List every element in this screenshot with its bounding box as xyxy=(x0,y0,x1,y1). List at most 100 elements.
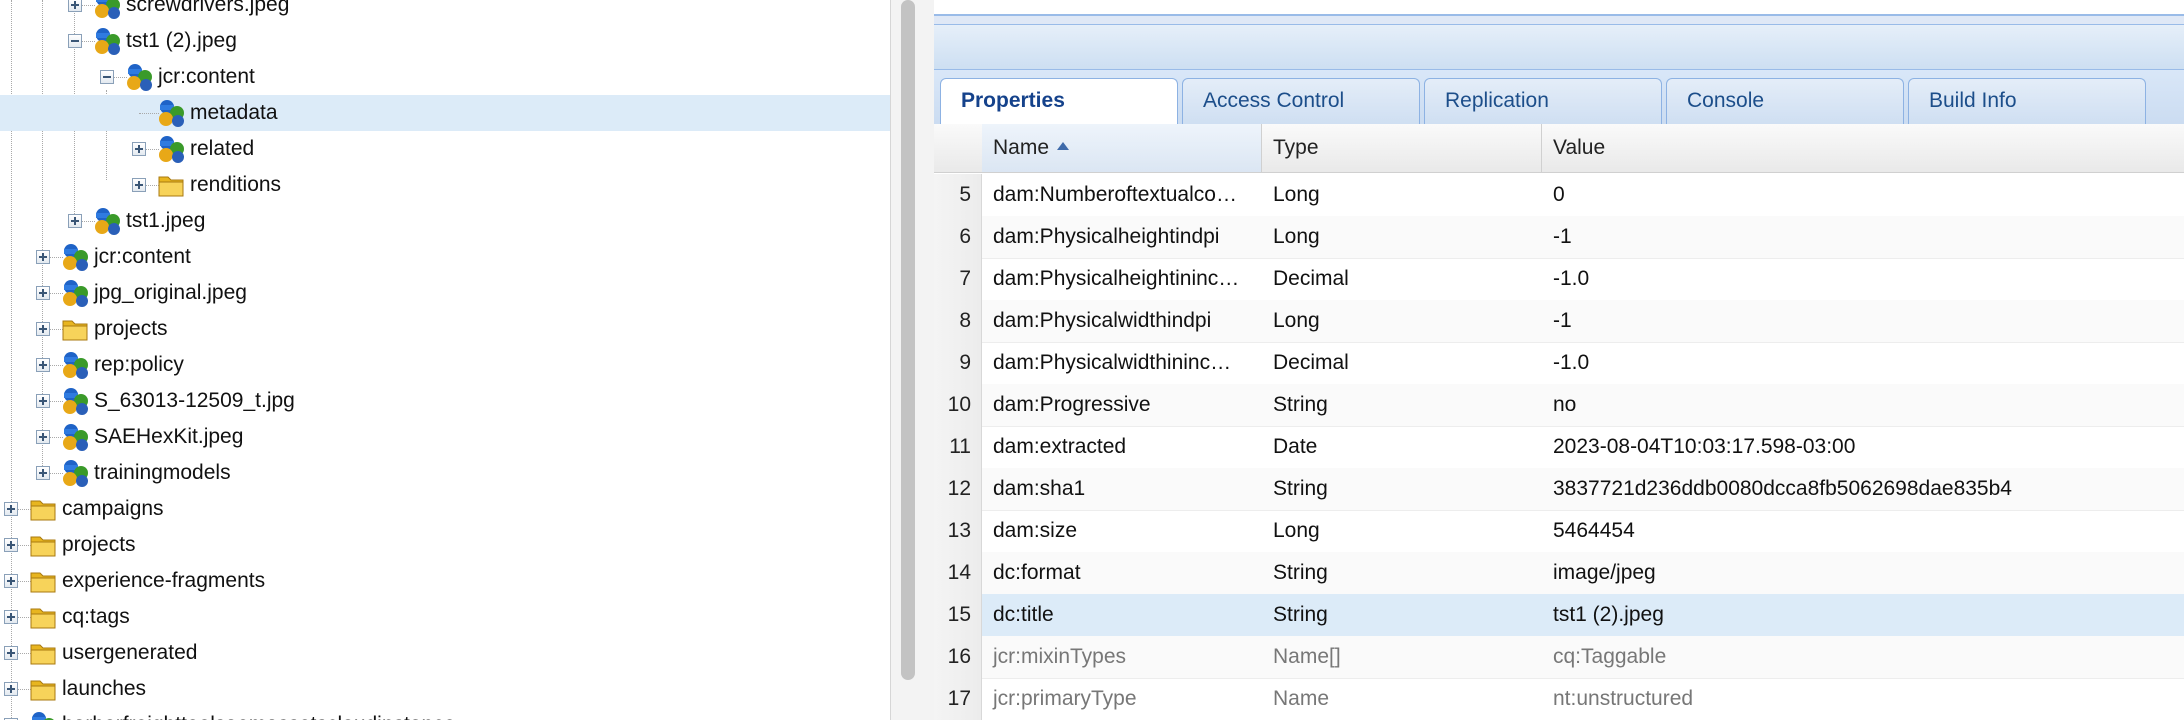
cell-value: tst1 (2).jpeg xyxy=(1553,603,1664,626)
collapse-icon[interactable] xyxy=(68,34,82,48)
expand-icon[interactable] xyxy=(36,466,50,480)
table-row[interactable]: 7 dam:Physicalheightininc… Decimal -1.0 xyxy=(934,258,2184,301)
tree-node[interactable]: renditions xyxy=(0,167,890,203)
expand-icon[interactable] xyxy=(4,502,18,516)
collapse-icon[interactable] xyxy=(100,70,114,84)
node-icon xyxy=(60,278,90,308)
table-row[interactable]: 5 dam:Numberoftextualco… Long 0 xyxy=(934,174,2184,217)
cell-value: image/jpeg xyxy=(1553,561,1656,584)
cell-value: -1.0 xyxy=(1553,267,1590,290)
node-icon xyxy=(60,422,90,452)
table-row[interactable]: 10 dam:Progressive String no xyxy=(934,384,2184,427)
table-row[interactable]: 15 dc:title String tst1 (2).jpeg xyxy=(934,594,2184,637)
tree-node[interactable]: related xyxy=(0,131,890,167)
table-row[interactable]: 8 dam:Physicalwidthindpi Long -1 xyxy=(934,300,2184,343)
folder-icon xyxy=(156,170,186,200)
tree-node-label: campaigns xyxy=(62,497,164,520)
tree-node[interactable]: screwdrivers.jpeg xyxy=(0,0,890,23)
tree-node[interactable]: S_63013-12509_t.jpg xyxy=(0,383,890,419)
tree-node-label: usergenerated xyxy=(62,641,198,664)
cell-value: no xyxy=(1553,393,1577,416)
tree-node-label: jcr:content xyxy=(158,65,255,88)
table-row[interactable]: 14 dc:format String image/jpeg xyxy=(934,552,2184,595)
tree-node[interactable]: jcr:content xyxy=(0,239,890,275)
column-header-name[interactable]: Name xyxy=(982,124,1262,172)
expand-icon[interactable] xyxy=(4,646,18,660)
column-header-type[interactable]: Type xyxy=(1262,124,1542,172)
repository-tree: screwdrivers.jpeg tst1 (2).jpeg jcr:conten… xyxy=(0,0,890,720)
tree-node[interactable]: metadata xyxy=(0,95,890,131)
tree-node[interactable]: usergenerated xyxy=(0,635,890,671)
cell-name: jcr:primaryType xyxy=(993,687,1137,710)
table-row[interactable]: 16 jcr:mixinTypes Name[] cq:Taggable xyxy=(934,636,2184,679)
tree-node[interactable]: rep:policy xyxy=(0,347,890,383)
expand-icon[interactable] xyxy=(132,178,146,192)
tab-console[interactable]: Console xyxy=(1666,78,1904,124)
expand-icon[interactable] xyxy=(36,286,50,300)
expand-icon[interactable] xyxy=(68,214,82,228)
column-header-type-label: Type xyxy=(1273,136,1319,159)
table-row[interactable]: 11 dam:extracted Date 2023-08-04T10:03:17.5… xyxy=(934,426,2184,469)
row-number: 5 xyxy=(934,174,982,216)
tree-node[interactable]: tst1 (2).jpeg xyxy=(0,23,890,59)
cell-name: dam:extracted xyxy=(993,435,1127,458)
expand-icon[interactable] xyxy=(36,430,50,444)
cell-name: jcr:mixinTypes xyxy=(993,645,1127,668)
row-number: 12 xyxy=(934,468,982,510)
tab-strip: Properties Access Control Replication Co… xyxy=(934,70,2184,125)
tree-node[interactable]: tst1.jpeg xyxy=(0,203,890,239)
tree-node-label: harborfreighttoolsaemassetscloudinstance xyxy=(62,707,455,720)
expand-icon[interactable] xyxy=(36,322,50,336)
tree-node-label: screwdrivers.jpeg xyxy=(126,0,290,16)
cell-name: dam:Physicalheightininc… xyxy=(993,267,1240,290)
tab-access-control[interactable]: Access Control xyxy=(1182,78,1420,124)
column-header-value[interactable]: Value xyxy=(1542,124,2184,172)
expand-icon[interactable] xyxy=(4,538,18,552)
column-header-value-label: Value xyxy=(1553,136,1606,159)
tree-node[interactable]: projects xyxy=(0,311,890,347)
tree-node-label: renditions xyxy=(190,173,282,196)
tab-replication[interactable]: Replication xyxy=(1424,78,1662,124)
tree-node[interactable]: harborfreighttoolsaemassetscloudinstance xyxy=(0,707,890,720)
expand-icon[interactable] xyxy=(4,574,18,588)
tree-node[interactable]: experience-fragments xyxy=(0,563,890,599)
expand-icon[interactable] xyxy=(68,0,82,12)
expand-icon[interactable] xyxy=(4,610,18,624)
tree-node[interactable]: SAEHexKit.jpeg xyxy=(0,419,890,455)
tree-node[interactable]: launches xyxy=(0,671,890,707)
cell-value: 0 xyxy=(1553,183,1565,206)
editor-top-area xyxy=(934,0,2184,16)
tree-node[interactable]: trainingmodels xyxy=(0,455,890,491)
tree-node-label: related xyxy=(190,137,255,160)
cell-type: Decimal xyxy=(1273,351,1349,374)
panel-splitter[interactable] xyxy=(890,0,935,720)
tree-node-label: S_63013-12509_t.jpg xyxy=(94,389,295,412)
table-row[interactable]: 12 dam:sha1 String 3837721d236ddb0080dcca8f… xyxy=(934,468,2184,511)
row-number: 10 xyxy=(934,384,982,426)
expand-icon[interactable] xyxy=(36,394,50,408)
table-row[interactable]: 13 dam:size Long 5464454 xyxy=(934,510,2184,553)
table-row[interactable]: 6 dam:Physicalheightindpi Long -1 xyxy=(934,216,2184,259)
sort-ascending-icon xyxy=(1057,142,1070,151)
expand-icon[interactable] xyxy=(36,358,50,372)
row-number: 14 xyxy=(934,552,982,594)
row-number: 17 xyxy=(934,678,982,720)
expand-icon[interactable] xyxy=(132,142,146,156)
table-row[interactable]: 17 jcr:primaryType Name nt:unstructured xyxy=(934,678,2184,720)
tree-node[interactable]: jcr:content xyxy=(0,59,890,95)
table-row[interactable]: 9 dam:Physicalwidthininc… Decimal -1.0 xyxy=(934,342,2184,385)
tree-node[interactable]: projects xyxy=(0,527,890,563)
cell-value: 2023-08-04T10:03:17.598-03:00 xyxy=(1553,435,1856,458)
expand-icon[interactable] xyxy=(36,250,50,264)
tree-node[interactable]: jpg_original.jpeg xyxy=(0,275,890,311)
tree-scrollbar[interactable] xyxy=(901,0,915,680)
cell-type: String xyxy=(1273,477,1328,500)
tab-build-info[interactable]: Build Info xyxy=(1908,78,2146,124)
node-icon xyxy=(28,710,58,720)
tree-node[interactable]: cq:tags xyxy=(0,599,890,635)
tree-node-label: launches xyxy=(62,677,147,700)
tab-properties[interactable]: Properties xyxy=(940,78,1178,125)
tree-node[interactable]: campaigns xyxy=(0,491,890,527)
tree-node-label: tst1.jpeg xyxy=(126,209,206,232)
expand-icon[interactable] xyxy=(4,682,18,696)
